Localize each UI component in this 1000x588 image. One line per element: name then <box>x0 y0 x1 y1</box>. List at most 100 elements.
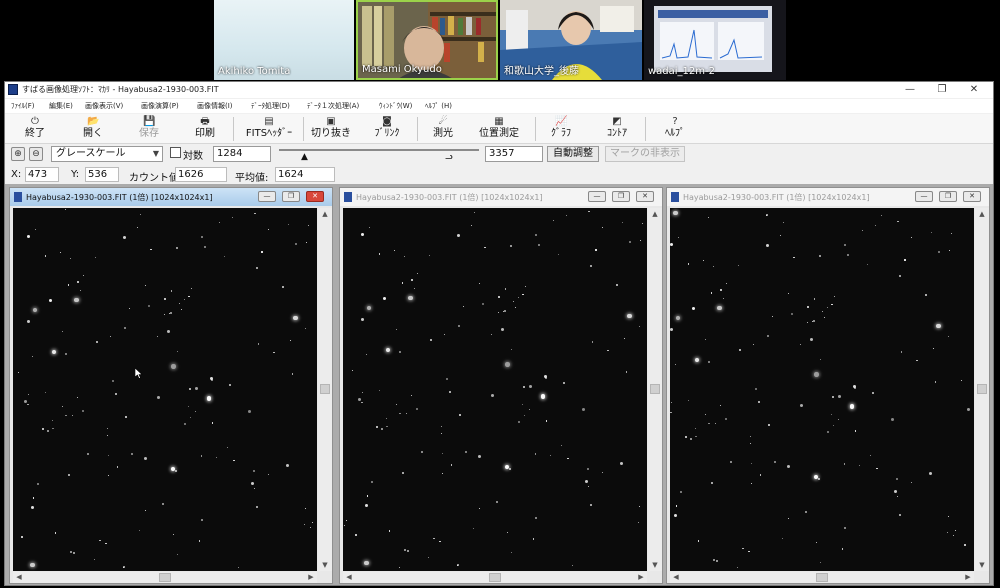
image-window-2[interactable]: Hayabusa2-1930-003.FIT (1倍) [1024x1024x1… <box>339 187 663 584</box>
image-window-title-bar[interactable]: Hayabusa2-1930-003.FIT (1倍) [1024x1024x1… <box>667 188 989 206</box>
log-scale-checkbox[interactable] <box>170 147 181 158</box>
star <box>773 460 776 463</box>
help-button[interactable]: ? ﾍﾙﾌﾟ <box>655 115 695 143</box>
participant-tile-4[interactable]: wadai_12m-2 <box>644 0 786 80</box>
scroll-right-icon[interactable]: ▶ <box>305 572 317 583</box>
print-button[interactable]: 🖶 印刷 <box>183 115 227 143</box>
scroll-down-icon[interactable]: ▼ <box>318 559 332 571</box>
star <box>641 222 643 225</box>
max-level-slider-handle[interactable]: ᓗ <box>445 152 453 162</box>
menu-operation[interactable]: 画像演算(P) <box>141 101 179 111</box>
star <box>251 482 255 486</box>
menu-file[interactable]: ﾌｧｲﾙ(F) <box>11 101 35 111</box>
scroll-thumb[interactable] <box>977 384 987 394</box>
minimize-icon[interactable]: — <box>258 191 276 202</box>
astrometry-button[interactable]: ▦ 位置測定 <box>471 115 527 143</box>
star <box>231 216 234 218</box>
scroll-up-icon[interactable]: ▲ <box>648 208 662 220</box>
menu-window[interactable]: ｳｨﾝﾄﾞｳ(W) <box>379 101 412 111</box>
star <box>510 349 512 351</box>
restore-icon[interactable]: ❐ <box>939 191 957 202</box>
photometry-button[interactable]: ☄ 測光 <box>423 115 463 143</box>
save-button[interactable]: 💾 保存 <box>127 115 171 143</box>
star-field-image[interactable] <box>13 208 317 571</box>
restore-icon[interactable]: ❐ <box>282 191 300 202</box>
menu-info[interactable]: 画像情報(I) <box>197 101 233 111</box>
participant-tile-3[interactable]: 和歌山大学_後藤 <box>500 0 642 80</box>
hide-marks-button[interactable]: マークの非表示 <box>605 146 685 162</box>
horizontal-scrollbar[interactable]: ◀ ▶ <box>13 572 317 583</box>
scroll-right-icon[interactable]: ▶ <box>962 572 974 583</box>
vertical-scrollbar[interactable]: ▲ ▼ <box>975 208 989 571</box>
scale-mode-select[interactable]: グレースケール ▼ <box>51 146 163 162</box>
scroll-down-icon[interactable]: ▼ <box>975 559 989 571</box>
min-level-input[interactable]: 1284 <box>213 146 271 162</box>
star <box>953 535 955 537</box>
scroll-thumb[interactable] <box>650 384 660 394</box>
exit-button[interactable]: ⏻ 終了 <box>13 115 57 143</box>
star <box>841 548 844 550</box>
blink-button[interactable]: ◙ ﾌﾞﾘﾝｸ <box>365 115 409 143</box>
close-icon[interactable]: ✕ <box>636 191 654 202</box>
vertical-scrollbar[interactable]: ▲ ▼ <box>648 208 662 571</box>
open-button[interactable]: 📂 開く <box>71 115 115 143</box>
star <box>874 224 877 226</box>
menu-reduction[interactable]: ﾃﾞｰﾀ１次処理(A) <box>307 101 359 111</box>
menu-view[interactable]: 画像表示(V) <box>85 101 123 111</box>
star <box>623 338 625 340</box>
scroll-down-icon[interactable]: ▼ <box>648 559 662 571</box>
menu-edit[interactable]: 編集(E) <box>49 101 73 111</box>
contour-button[interactable]: ◩ ｺﾝﾄｱ <box>597 115 637 143</box>
scroll-thumb[interactable] <box>159 573 171 582</box>
close-icon[interactable]: ✕ <box>306 191 324 202</box>
scroll-up-icon[interactable]: ▲ <box>318 208 332 220</box>
minimize-icon[interactable]: — <box>915 191 933 202</box>
graph-button[interactable]: 📈 ｸﾞﾗﾌ <box>541 115 581 143</box>
image-window-1[interactable]: Hayabusa2-1930-003.FIT (1倍) [1024x1024x1… <box>9 187 333 584</box>
minimize-button[interactable]: — <box>895 82 925 98</box>
minimize-icon[interactable]: — <box>588 191 606 202</box>
restore-icon[interactable]: ❐ <box>612 191 630 202</box>
star <box>107 434 109 437</box>
image-window-3[interactable]: Hayabusa2-1930-003.FIT (1倍) [1024x1024x1… <box>666 187 990 584</box>
star <box>68 284 70 286</box>
vertical-scrollbar[interactable]: ▲ ▼ <box>318 208 332 571</box>
scroll-thumb[interactable] <box>320 384 330 394</box>
horizontal-scrollbar[interactable]: ◀ ▶ <box>670 572 974 583</box>
menu-help[interactable]: ﾍﾙﾌﾟ (H) <box>425 101 452 111</box>
star-field-image[interactable] <box>670 208 974 571</box>
y-value: 536 <box>85 167 119 182</box>
auto-adjust-button[interactable]: 自動調整 <box>547 146 599 162</box>
scroll-thumb[interactable] <box>816 573 828 582</box>
star <box>386 426 388 428</box>
fits-header-button[interactable]: ▤ FITSﾍｯﾀﾞｰ <box>239 115 299 143</box>
scroll-thumb[interactable] <box>489 573 501 582</box>
maximize-button[interactable]: ❐ <box>927 82 957 98</box>
scroll-left-icon[interactable]: ◀ <box>343 572 355 583</box>
star <box>358 397 362 401</box>
horizontal-scrollbar[interactable]: ◀ ▶ <box>343 572 647 583</box>
scroll-up-icon[interactable]: ▲ <box>975 208 989 220</box>
star <box>509 245 512 248</box>
image-window-title-bar[interactable]: Hayabusa2-1930-003.FIT (1倍) [1024x1024x1… <box>10 188 332 206</box>
scroll-left-icon[interactable]: ◀ <box>13 572 25 583</box>
zoom-out-button[interactable]: ⊖ <box>29 147 43 161</box>
min-level-slider-handle[interactable]: ▲ <box>301 152 308 162</box>
menu-data[interactable]: ﾃﾞｰﾀ処理(D) <box>251 101 290 111</box>
star <box>571 565 573 567</box>
close-button[interactable]: ✕ <box>959 82 989 98</box>
participant-tile-2[interactable]: Masami Okyudo <box>356 0 498 80</box>
scroll-left-icon[interactable]: ◀ <box>670 572 682 583</box>
crop-button[interactable]: ▣ 切り抜き <box>307 115 355 143</box>
level-slider-track[interactable] <box>279 149 479 151</box>
star <box>21 535 24 538</box>
star-field-image[interactable] <box>343 208 647 571</box>
zoom-in-button[interactable]: ⊕ <box>11 147 25 161</box>
star <box>529 384 533 388</box>
title-bar[interactable]: すばる画像処理ｿﾌﾄ：ﾏｶﾘ - Hayabusa2-1930-003.FIT … <box>5 82 993 98</box>
participant-tile-1[interactable]: Akihiko Tomita <box>214 0 354 80</box>
scroll-right-icon[interactable]: ▶ <box>635 572 647 583</box>
image-window-title-bar[interactable]: Hayabusa2-1930-003.FIT (1倍) [1024x1024x1… <box>340 188 662 206</box>
max-level-input[interactable]: 3357 <box>485 146 543 162</box>
close-icon[interactable]: ✕ <box>963 191 981 202</box>
